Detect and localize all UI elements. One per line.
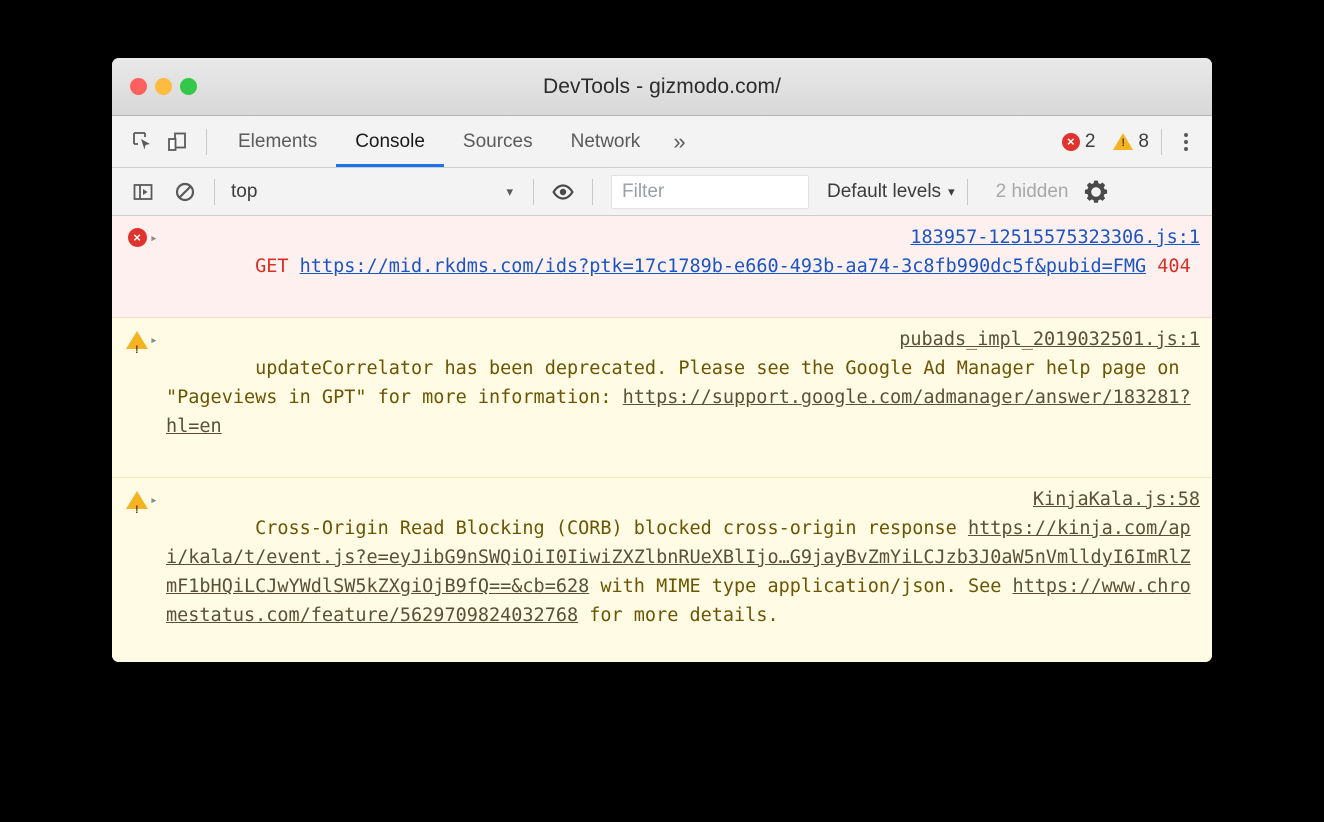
console-message-row[interactable]: × ▸ GET https://mid.rkdms.com/ids?ptk=17…	[112, 216, 1212, 318]
tab-network[interactable]: Network	[552, 116, 660, 167]
source-location-link[interactable]: 183957-12515575323306.js:1	[910, 223, 1200, 252]
expand-arrow-icon[interactable]: ▸	[150, 485, 166, 515]
filter-input[interactable]: Filter	[611, 174, 809, 209]
devtools-tab-bar: Elements Console Sources Network » × 2 8	[112, 116, 1212, 168]
warning-glyph	[126, 491, 148, 525]
tab-label: Sources	[462, 130, 533, 152]
chevron-down-icon: ▾	[948, 183, 955, 199]
message-body-2: with MIME type application/json. See	[589, 576, 1013, 597]
tab-console[interactable]: Console	[336, 116, 444, 167]
log-levels-label: Default levels	[827, 180, 942, 202]
console-toolbar: top ▾ Filter Default levels ▾ 2 hidden	[112, 168, 1212, 216]
execution-context-selector[interactable]: top ▾	[227, 181, 521, 203]
maximize-window-button[interactable]	[180, 78, 197, 95]
source-location-link[interactable]: KinjaKala.js:58	[1033, 485, 1200, 514]
error-badge-icon: ×	[124, 223, 150, 247]
error-glyph: ×	[127, 228, 147, 247]
console-toolbar-divider-4	[966, 178, 968, 205]
traffic-lights	[130, 78, 197, 95]
message-space	[1146, 256, 1157, 277]
source-location-link[interactable]: pubads_impl_2019032501.js:1	[899, 325, 1200, 354]
tab-elements[interactable]: Elements	[219, 116, 336, 167]
console-toolbar-divider-1	[214, 178, 215, 205]
console-message-row[interactable]: ▸ Cross-Origin Read Blocking (CORB) bloc…	[112, 478, 1212, 662]
console-message-list[interactable]: × ▸ GET https://mid.rkdms.com/ids?ptk=17…	[112, 216, 1212, 662]
live-expression-icon[interactable]	[546, 175, 580, 209]
tab-label: Network	[570, 130, 641, 152]
title-bar: DevTools - gizmodo.com/	[112, 58, 1212, 116]
error-count-label: 2	[1084, 130, 1096, 152]
console-toolbar-divider-2	[533, 178, 534, 205]
hidden-messages-label: 2 hidden	[995, 180, 1069, 202]
warning-count-label: 8	[1138, 130, 1149, 152]
inspect-element-icon[interactable]	[126, 125, 160, 159]
clear-console-icon[interactable]	[168, 175, 202, 209]
issue-counters[interactable]: × 2 8	[1061, 130, 1149, 153]
console-toolbar-divider-3	[592, 178, 593, 205]
toolbar-divider	[206, 128, 207, 155]
chevron-down-icon: ▾	[506, 183, 513, 199]
request-url-link[interactable]: https://mid.rkdms.com/ids?ptk=17c1789b-e…	[300, 256, 1146, 277]
message-body-3: for more details.	[578, 605, 779, 626]
error-badge-icon: ×	[1061, 132, 1080, 151]
execution-context-label: top	[231, 180, 258, 202]
gear-icon[interactable]	[1083, 179, 1109, 205]
minimize-window-button[interactable]	[155, 78, 172, 95]
expand-arrow-icon[interactable]: ▸	[150, 325, 166, 355]
warning-glyph	[126, 331, 148, 365]
warning-badge-icon	[124, 325, 150, 365]
console-message-row[interactable]: ▸ updateCorrelator has been deprecated. …	[112, 318, 1212, 478]
tab-sources[interactable]: Sources	[444, 116, 552, 167]
message-body: Cross-Origin Read Blocking (CORB) blocke…	[255, 518, 968, 539]
http-method: GET	[255, 256, 300, 277]
log-levels-selector[interactable]: Default levels ▾	[827, 181, 955, 203]
warning-badge-icon	[124, 485, 150, 525]
warning-counter[interactable]: 8	[1113, 131, 1149, 153]
console-sidebar-icon[interactable]	[126, 175, 160, 209]
expand-arrow-icon[interactable]: ▸	[150, 223, 166, 253]
devtools-window: DevTools - gizmodo.com/ Elements Console	[112, 58, 1212, 662]
kebab-menu-icon[interactable]	[1174, 132, 1198, 151]
counters-divider	[1161, 128, 1162, 155]
close-window-button[interactable]	[130, 78, 147, 95]
panel-tabs: Elements Console Sources Network »	[219, 116, 700, 167]
http-status: 404	[1157, 256, 1191, 277]
error-counter[interactable]: × 2	[1061, 130, 1096, 153]
device-toolbar-icon[interactable]	[160, 125, 194, 159]
tab-label: Elements	[238, 130, 318, 152]
tab-label: Console	[355, 130, 425, 152]
window-title: DevTools - gizmodo.com/	[542, 74, 782, 98]
more-tabs-icon[interactable]: »	[659, 116, 699, 167]
warning-badge-icon	[1113, 133, 1134, 150]
